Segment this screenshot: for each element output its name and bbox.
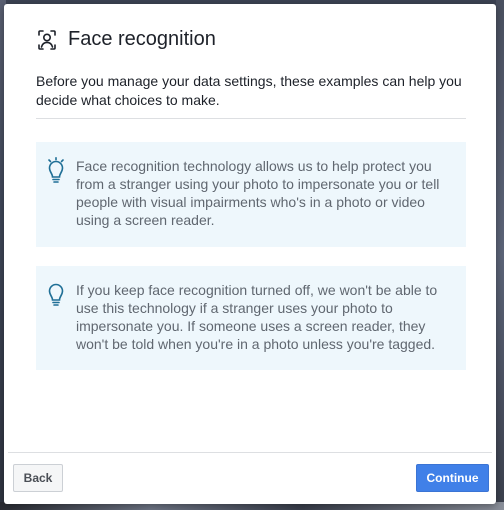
dialog-header: Face recognition <box>4 4 496 70</box>
intro-divider <box>36 118 466 119</box>
example-card-protect: Face recognition technology allows us to… <box>36 142 466 247</box>
footer-divider <box>8 452 492 453</box>
face-scan-icon <box>37 29 57 51</box>
lightbulb-off-icon <box>46 281 66 307</box>
continue-button[interactable]: Continue <box>416 464 489 492</box>
card-text: Face recognition technology allows us to… <box>76 158 440 228</box>
dialog-title: Face recognition <box>68 28 216 50</box>
card-text: If you keep face recognition turned off,… <box>76 282 438 352</box>
backdrop-right-edge <box>496 0 504 510</box>
back-button[interactable]: Back <box>13 464 63 492</box>
lightbulb-on-icon <box>46 157 66 183</box>
face-recognition-dialog: Face recognition Before you manage your … <box>4 4 496 504</box>
intro-text: Before you manage your data settings, th… <box>36 73 462 108</box>
example-card-turned-off: If you keep face recognition turned off,… <box>36 266 466 370</box>
